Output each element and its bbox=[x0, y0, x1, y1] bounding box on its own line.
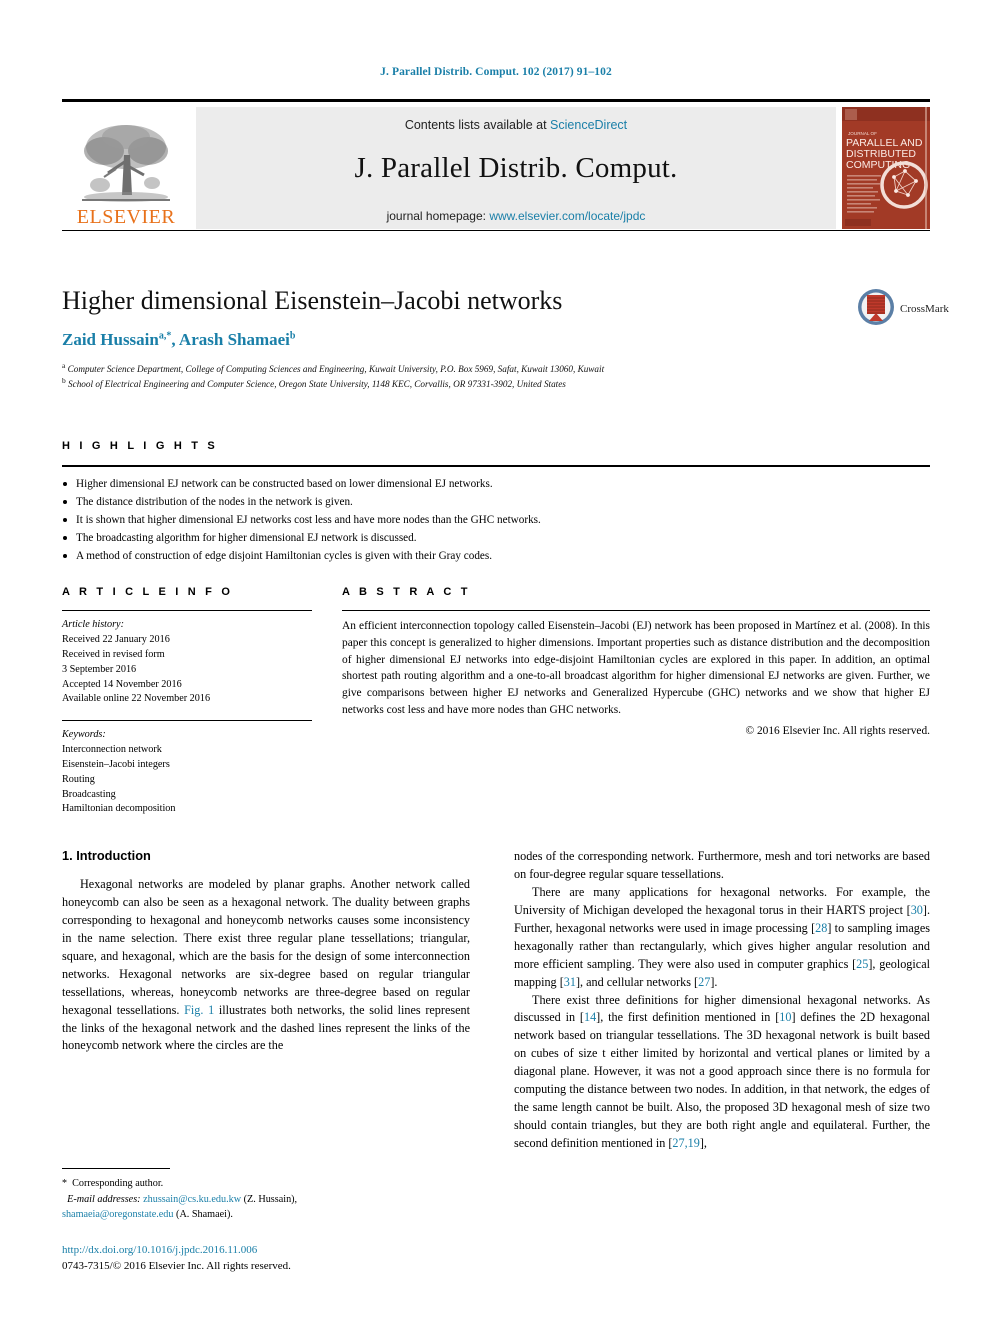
elsevier-tree-icon bbox=[78, 121, 174, 207]
contents-prefix: Contents lists available at bbox=[404, 118, 551, 132]
keyword-item: Eisenstein–Jacobi integers bbox=[62, 759, 170, 771]
affiliation-a-text: Computer Science Department, College of … bbox=[67, 363, 605, 374]
highlights-list: Higher dimensional EJ network can be con… bbox=[62, 475, 930, 566]
body-column-right: nodes of the corresponding network. Furt… bbox=[514, 848, 930, 1153]
crossmark-badge[interactable]: CrossMark bbox=[857, 288, 949, 331]
corresponding-author-label: Corresponding author. bbox=[72, 1178, 164, 1190]
email-addresses-label: E-mail addresses: bbox=[67, 1193, 141, 1205]
keyword-item: Broadcasting bbox=[62, 788, 116, 800]
affiliation-a: a Computer Science Department, College o… bbox=[62, 361, 842, 376]
keyword-item: Routing bbox=[62, 773, 95, 785]
history-line: Available online 22 November 2016 bbox=[62, 693, 211, 705]
history-line: Received in revised form bbox=[62, 648, 165, 660]
keywords-label: Keywords: bbox=[62, 729, 106, 741]
masthead-center-panel: Contents lists available at ScienceDirec… bbox=[196, 107, 836, 229]
email-owner-2: (A. Shamaei). bbox=[176, 1208, 233, 1220]
keywords-rule bbox=[62, 720, 312, 722]
affiliation-a-marker: a bbox=[62, 360, 66, 370]
journal-homepage-line: journal homepage: www.elsevier.com/locat… bbox=[196, 209, 836, 223]
paragraph: There exist three definitions for higher… bbox=[514, 992, 930, 1151]
elsevier-wordmark: ELSEVIER bbox=[76, 206, 176, 228]
abstract-heading: A B S T R A C T bbox=[342, 586, 471, 598]
footnote-rule bbox=[62, 1168, 170, 1170]
author-1-affil-marker: a,* bbox=[158, 330, 172, 342]
body-column-left: 1. Introduction Hexagonal networks are m… bbox=[62, 848, 470, 1055]
sciencedirect-link[interactable]: ScienceDirect bbox=[550, 118, 627, 132]
email-link-2[interactable]: shamaeia@oregonstate.edu bbox=[62, 1209, 174, 1220]
issn-copyright: 0743-7315/© 2016 Elsevier Inc. All right… bbox=[62, 1259, 291, 1272]
corresponding-author-note: * Corresponding author. bbox=[62, 1176, 470, 1191]
article-info-heading: A R T I C L E I N F O bbox=[62, 586, 234, 598]
highlights-rule bbox=[62, 465, 930, 467]
history-line: 3 September 2016 bbox=[62, 663, 137, 675]
email-owner-1: (Z. Hussain), bbox=[243, 1193, 298, 1205]
email-addresses-note: E-mail addresses: zhussain@cs.ku.edu.kw … bbox=[62, 1192, 470, 1207]
abstract-text: An efficient interconnection topology ca… bbox=[342, 620, 930, 716]
article-info-section: A R T I C L E I N F O Article history: R… bbox=[62, 586, 312, 817]
footnote-text: * Corresponding author. E-mail addresses… bbox=[62, 1176, 470, 1222]
author-separator: , bbox=[171, 329, 179, 349]
highlights-heading: H I G H L I G H T S bbox=[62, 440, 218, 452]
list-item: The distance distribution of the nodes i… bbox=[62, 493, 930, 511]
page-title: Higher dimensional Eisenstein–Jacobi net… bbox=[62, 286, 563, 315]
footnotes-block: * Corresponding author. E-mail addresses… bbox=[62, 1168, 470, 1222]
doi-block: http://dx.doi.org/10.1016/j.jpdc.2016.11… bbox=[62, 1243, 482, 1274]
article-history: Article history: Received 22 January 201… bbox=[62, 618, 312, 707]
article-history-label: Article history: bbox=[62, 619, 124, 631]
asterisk-icon: * bbox=[62, 1178, 67, 1190]
author-2[interactable]: Arash Shamaei bbox=[179, 330, 290, 349]
elsevier-logo: ELSEVIER bbox=[62, 107, 190, 229]
article-first-page: J. Parallel Distrib. Comput. 102 (2017) … bbox=[0, 0, 992, 1323]
keywords-block: Keywords: Interconnection network Eisens… bbox=[62, 728, 312, 817]
keyword-item: Hamiltonian decomposition bbox=[62, 803, 176, 815]
crossmark-label: CrossMark bbox=[900, 303, 949, 315]
title-block: Higher dimensional Eisenstein–Jacobi net… bbox=[62, 286, 842, 392]
list-item: A method of construction of edge disjoin… bbox=[62, 547, 930, 565]
list-item: Higher dimensional EJ network can be con… bbox=[62, 475, 930, 493]
article-info-rule bbox=[62, 610, 312, 612]
history-line: Accepted 14 November 2016 bbox=[62, 678, 182, 690]
email-addresses-note-2: shamaeia@oregonstate.edu (A. Shamaei). bbox=[62, 1207, 470, 1222]
author-2-affil-marker: b bbox=[289, 330, 296, 342]
abstract-section: A B S T R A C T An efficient interconnec… bbox=[342, 586, 930, 737]
journal-masthead: ELSEVIER Contents lists available at Sci… bbox=[62, 99, 930, 231]
history-line: Received 22 January 2016 bbox=[62, 634, 170, 646]
doi-link[interactable]: http://dx.doi.org/10.1016/j.jpdc.2016.11… bbox=[62, 1243, 482, 1259]
list-item: It is shown that higher dimensional EJ n… bbox=[62, 511, 930, 529]
keyword-item: Interconnection network bbox=[62, 744, 162, 756]
running-head: J. Parallel Distrib. Comput. 102 (2017) … bbox=[380, 66, 612, 78]
paragraph: There are many applications for hexagona… bbox=[514, 884, 930, 989]
list-item: The broadcasting algorithm for higher di… bbox=[62, 529, 930, 547]
crossmark-icon bbox=[857, 288, 895, 331]
author-list: Zaid Hussaina,*, Arash Shamaeib bbox=[62, 330, 842, 350]
homepage-prefix: journal homepage: bbox=[386, 209, 490, 223]
paragraph: Hexagonal networks are modeled by planar… bbox=[62, 877, 470, 1053]
affiliation-b-text: School of Electrical Engineering and Com… bbox=[68, 379, 566, 390]
paragraph: nodes of the corresponding network. Furt… bbox=[514, 849, 930, 881]
svg-text:JOURNAL OF: JOURNAL OF bbox=[848, 131, 877, 136]
affiliation-b: b School of Electrical Engineering and C… bbox=[62, 376, 842, 391]
abstract-rule bbox=[342, 610, 930, 612]
section-heading-introduction: 1. Introduction bbox=[62, 848, 151, 863]
abstract-copyright: © 2016 Elsevier Inc. All rights reserved… bbox=[745, 725, 930, 738]
contents-available-line: Contents lists available at ScienceDirec… bbox=[196, 118, 836, 132]
affiliation-b-marker: b bbox=[62, 376, 66, 386]
journal-title: J. Parallel Distrib. Comput. bbox=[354, 152, 678, 184]
masthead-bottom-rule bbox=[62, 230, 930, 231]
affiliations: a Computer Science Department, College o… bbox=[62, 361, 842, 392]
email-link-1[interactable]: zhussain@cs.ku.edu.kw bbox=[143, 1194, 241, 1205]
author-1[interactable]: Zaid Hussain bbox=[62, 330, 159, 349]
journal-cover-thumbnail: JOURNAL OF PARALLEL AND DISTRIBUTED COMP… bbox=[842, 107, 930, 229]
journal-homepage-link[interactable]: www.elsevier.com/locate/jpdc bbox=[489, 209, 645, 223]
highlights-section: H I G H L I G H T S Higher dimensional E… bbox=[62, 440, 930, 565]
masthead-top-rule bbox=[62, 99, 930, 102]
